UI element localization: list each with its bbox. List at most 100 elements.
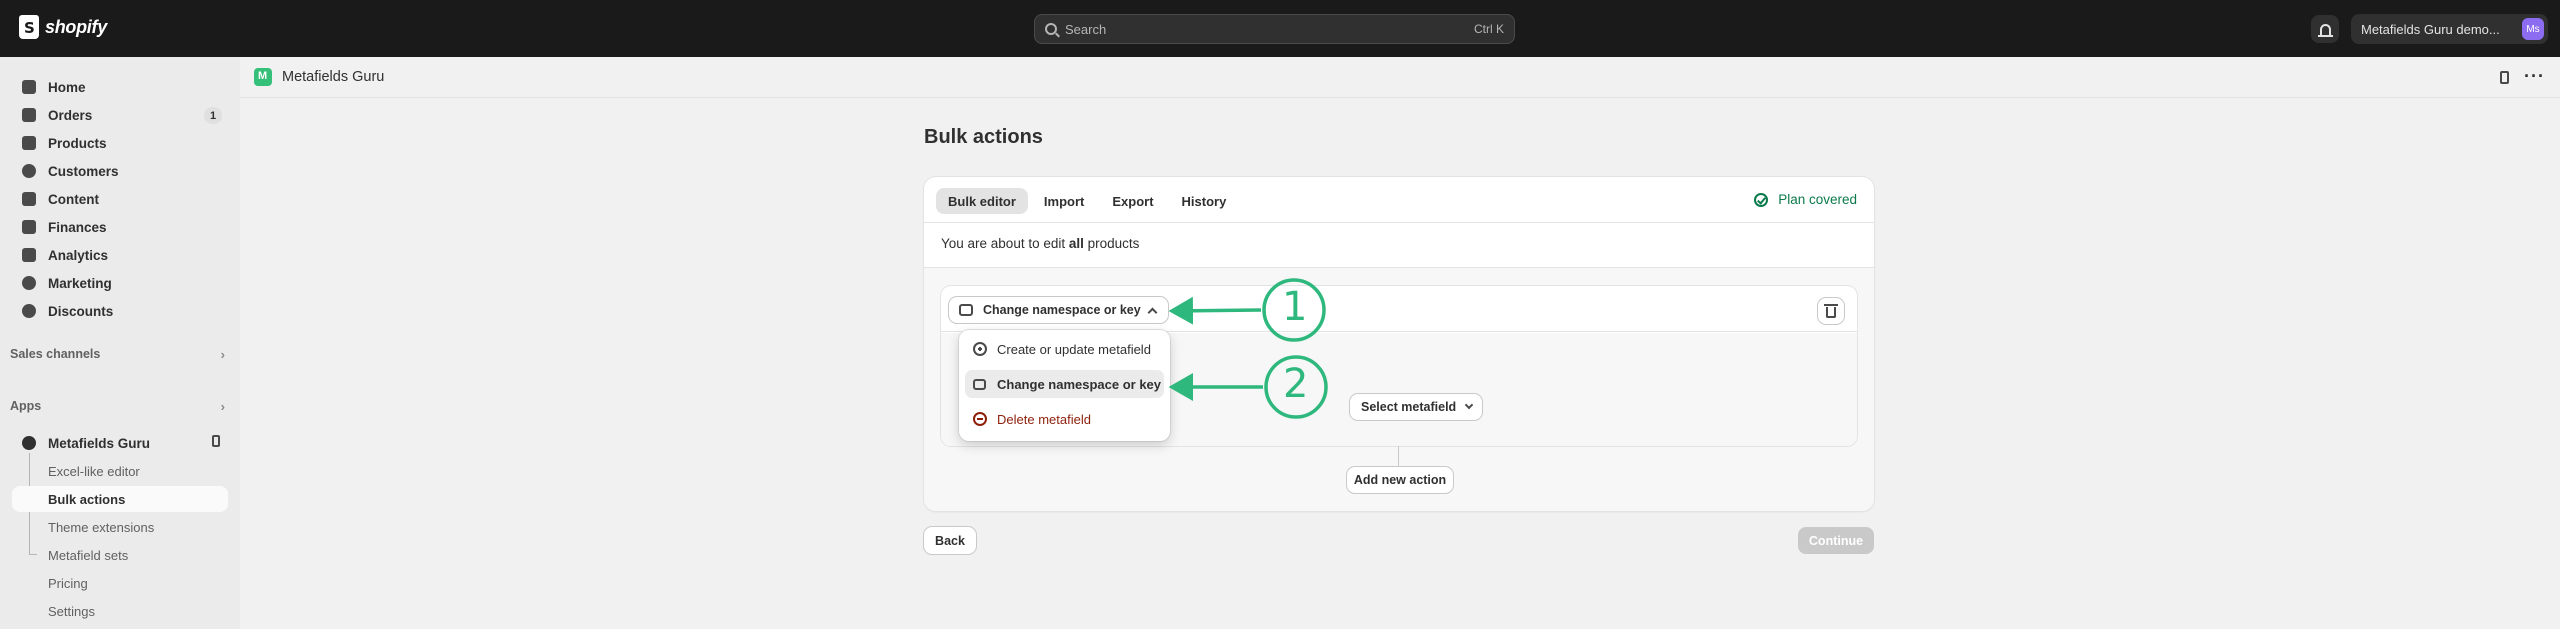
app-header-title: Metafields Guru <box>282 69 385 85</box>
sidebar-subitem-settings[interactable]: Settings <box>12 598 228 624</box>
search-icon <box>1045 23 1057 35</box>
search-shortcut: Ctrl K <box>1474 22 1504 36</box>
metafields-guru-logo-icon <box>254 68 272 86</box>
menu-item-change-namespace[interactable]: Change namespace or key <box>965 370 1164 398</box>
more-actions-icon[interactable]: ··· <box>2524 66 2545 87</box>
edit-scope: all <box>1068 236 1084 251</box>
apps-section[interactable]: Apps › <box>10 396 225 416</box>
sales-channels-section[interactable]: Sales channels › <box>10 344 225 364</box>
sidebar-item-label: Orders <box>48 107 93 123</box>
sidebar-subitem-bulk-actions[interactable]: Bulk actions <box>12 486 228 512</box>
chart-icon <box>22 248 36 262</box>
orders-count-badge: 1 <box>204 107 222 124</box>
sidebar-item-content[interactable]: Content <box>12 186 228 212</box>
menu-item-label: Delete metafield <box>997 411 1091 427</box>
store-menu-button[interactable]: Metafields Guru demo... Ms <box>2351 14 2548 44</box>
sidebar-item-marketing[interactable]: Marketing <box>12 270 228 296</box>
tab-history[interactable]: History <box>1170 188 1239 214</box>
minus-circle-icon <box>973 412 987 426</box>
chevron-down-icon <box>1464 400 1474 410</box>
pin-icon[interactable] <box>212 435 220 447</box>
person-icon <box>22 164 36 178</box>
sidebar-item-home[interactable]: Home <box>12 74 228 100</box>
tab-list: Bulk editor Import Export History <box>936 188 1238 214</box>
action-type-label: Change namespace or key <box>983 303 1141 317</box>
plan-status-label: Plan covered <box>1778 192 1857 207</box>
continue-button[interactable]: Continue <box>1798 527 1874 554</box>
avatar: Ms <box>2522 18 2544 40</box>
sidebar-item-finances[interactable]: Finances <box>12 214 228 240</box>
discount-icon <box>22 304 36 318</box>
sidebar-item-label: Analytics <box>48 247 109 263</box>
annotation-number-2: 2 <box>1283 361 1309 407</box>
swap-icon <box>973 378 986 390</box>
top-bar: shopify Search Ctrl K Metafields Guru de… <box>0 0 2560 57</box>
subitem-label: Settings <box>48 603 95 619</box>
menu-item-delete-metafield[interactable]: Delete metafield <box>965 405 1164 433</box>
sidebar-item-label: Discounts <box>48 303 114 319</box>
sidebar-item-customers[interactable]: Customers <box>12 158 228 184</box>
shopify-bag-icon <box>19 15 39 39</box>
store-name: Metafields Guru demo... <box>2361 21 2500 37</box>
menu-item-label: Change namespace or key <box>997 376 1162 392</box>
chevron-right-icon: › <box>220 398 225 414</box>
sidebar-item-metafields-guru[interactable]: Metafields Guru <box>12 430 228 456</box>
section-label: Apps <box>10 399 42 413</box>
notifications-button[interactable] <box>2311 15 2339 43</box>
app-logo-icon <box>22 436 36 450</box>
sidebar-item-label: Content <box>48 191 99 207</box>
section-label: Sales channels <box>10 347 101 361</box>
sidebar-item-label: Finances <box>48 219 107 235</box>
subitem-label: Theme extensions <box>48 519 155 535</box>
connector-line <box>1398 446 1399 466</box>
swap-icon <box>959 304 973 316</box>
sidebar: Home Orders 1 Products Customers Content… <box>0 57 240 629</box>
sidebar-item-discounts[interactable]: Discounts <box>12 298 228 324</box>
tab-export[interactable]: Export <box>1100 188 1165 214</box>
sidebar-item-label: Customers <box>48 163 119 179</box>
subitem-label: Bulk actions <box>48 491 126 507</box>
sidebar-subitem-excel-editor[interactable]: Excel-like editor <box>12 458 228 484</box>
search-input[interactable]: Search Ctrl K <box>1034 14 1515 44</box>
bank-icon <box>22 220 36 234</box>
bell-icon <box>2317 23 2333 37</box>
edit-prefix: You are about to edit <box>941 236 1066 251</box>
back-button[interactable]: Back <box>924 527 976 554</box>
sidebar-item-orders[interactable]: Orders 1 <box>12 102 228 128</box>
content-icon <box>22 192 36 206</box>
sidebar-item-label: Marketing <box>48 275 112 291</box>
menu-item-label: Create or update metafield <box>997 341 1151 357</box>
sidebar-item-products[interactable]: Products <box>12 130 228 156</box>
subitem-label: Excel-like editor <box>48 463 140 479</box>
delete-action-button[interactable] <box>1818 298 1844 324</box>
sidebar-item-label: Home <box>48 79 86 95</box>
sidebar-item-analytics[interactable]: Analytics <box>12 242 228 268</box>
annotation-number-1: 1 <box>1282 284 1308 330</box>
action-header: Change namespace or key <box>941 286 1857 332</box>
app-header: Metafields Guru <box>240 57 2560 98</box>
action-type-button[interactable]: Change namespace or key <box>949 297 1168 323</box>
edit-scope-text: You are about to edit all products <box>941 236 1139 251</box>
shopify-logo[interactable]: shopify <box>19 15 107 39</box>
app-name: Metafields Guru <box>48 435 151 451</box>
home-icon <box>22 80 36 94</box>
plan-status: Plan covered <box>1754 192 1857 207</box>
subitem-label: Metafield sets <box>48 547 129 563</box>
trash-icon <box>1824 303 1838 318</box>
add-new-action-button[interactable]: Add new action <box>1347 467 1453 493</box>
edit-suffix: products <box>1087 236 1140 251</box>
sidebar-subitem-metafield-sets[interactable]: Metafield sets <box>12 542 228 568</box>
pin-icon[interactable] <box>2500 71 2509 84</box>
sidebar-subitem-theme-extensions[interactable]: Theme extensions <box>12 514 228 540</box>
chevron-right-icon: › <box>220 346 225 362</box>
tab-import[interactable]: Import <box>1032 188 1096 214</box>
orders-icon <box>22 108 36 122</box>
chevron-up-icon <box>1147 307 1158 317</box>
sidebar-item-label: Products <box>48 135 107 151</box>
select-metafield-button[interactable]: Select metafield <box>1350 394 1482 420</box>
sidebar-subitem-pricing[interactable]: Pricing <box>12 570 228 596</box>
tab-bulk-editor[interactable]: Bulk editor <box>936 188 1028 214</box>
brand-name: shopify <box>45 16 107 37</box>
subitem-label: Pricing <box>48 575 88 591</box>
menu-item-create-update[interactable]: Create or update metafield <box>965 335 1164 363</box>
